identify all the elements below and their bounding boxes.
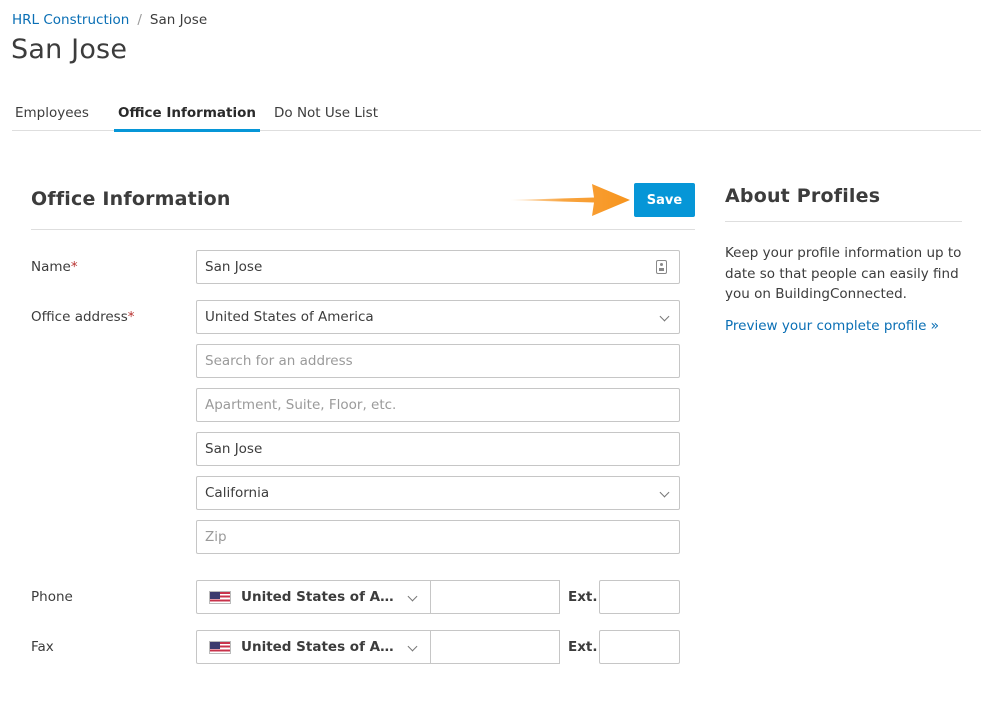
breadcrumb-separator: / — [137, 12, 142, 28]
fax-number-input[interactable] — [430, 630, 560, 664]
double-chevron-right-icon: » — [930, 318, 940, 334]
zip-placeholder: Zip — [205, 529, 227, 545]
save-button[interactable]: Save — [634, 183, 695, 217]
about-divider — [725, 221, 962, 222]
fax-label: Fax — [31, 639, 54, 655]
phone-ext-input[interactable] — [599, 580, 680, 614]
chevron-down-icon — [659, 487, 670, 498]
breadcrumb: HRL Construction / San Jose — [12, 12, 207, 28]
chevron-down-icon — [407, 641, 418, 652]
phone-number-input[interactable] — [430, 580, 560, 614]
section-title: Office Information — [31, 188, 231, 210]
fax-country-value: United States of America — [241, 639, 399, 655]
zip-input[interactable]: Zip — [196, 520, 680, 554]
about-profiles-title: About Profiles — [725, 185, 881, 207]
tab-office-information[interactable]: Office Information — [114, 105, 260, 132]
state-select[interactable]: California — [196, 476, 680, 510]
about-profiles-text: Keep your profile information up to date… — [725, 245, 962, 302]
tab-bar: Employees Office Information Do Not Use … — [12, 96, 981, 132]
breadcrumb-link-company[interactable]: HRL Construction — [12, 12, 129, 28]
us-flag-icon — [209, 591, 231, 604]
phone-ext-label: Ext. — [568, 589, 598, 605]
page-title: San Jose — [11, 34, 128, 65]
contact-card-icon — [656, 260, 667, 274]
preview-profile-label: Preview your complete profile — [725, 318, 927, 334]
name-value: San Jose — [205, 259, 263, 275]
apartment-placeholder: Apartment, Suite, Floor, etc. — [205, 397, 397, 413]
annotation-arrow-icon — [510, 184, 630, 216]
address-search-input[interactable]: Search for an address — [196, 344, 680, 378]
name-label: Name* — [31, 259, 78, 275]
country-value: United States of America — [205, 309, 374, 325]
chevron-down-icon — [659, 311, 670, 322]
chevron-down-icon — [407, 591, 418, 602]
fax-ext-label: Ext. — [568, 639, 598, 655]
tab-do-not-use-list[interactable]: Do Not Use List — [274, 105, 378, 131]
country-select[interactable]: United States of America — [196, 300, 680, 334]
city-input[interactable]: San Jose — [196, 432, 680, 466]
required-mark: * — [127, 309, 135, 325]
address-search-placeholder: Search for an address — [205, 353, 353, 369]
name-input[interactable]: San Jose — [196, 250, 680, 284]
phone-country-select[interactable]: United States of America — [196, 580, 431, 614]
us-flag-icon — [209, 641, 231, 654]
section-divider — [31, 229, 695, 230]
office-address-label: Office address* — [31, 309, 135, 325]
apartment-input[interactable]: Apartment, Suite, Floor, etc. — [196, 388, 680, 422]
tab-employees[interactable]: Employees — [15, 105, 89, 131]
preview-profile-link[interactable]: Preview your complete profile» — [725, 318, 939, 334]
fax-ext-input[interactable] — [599, 630, 680, 664]
phone-label: Phone — [31, 589, 73, 605]
state-value: California — [205, 485, 270, 501]
city-value: San Jose — [205, 441, 263, 457]
breadcrumb-current: San Jose — [149, 12, 208, 28]
required-mark: * — [70, 259, 78, 275]
phone-country-value: United States of America — [241, 589, 399, 605]
fax-country-select[interactable]: United States of America — [196, 630, 431, 664]
